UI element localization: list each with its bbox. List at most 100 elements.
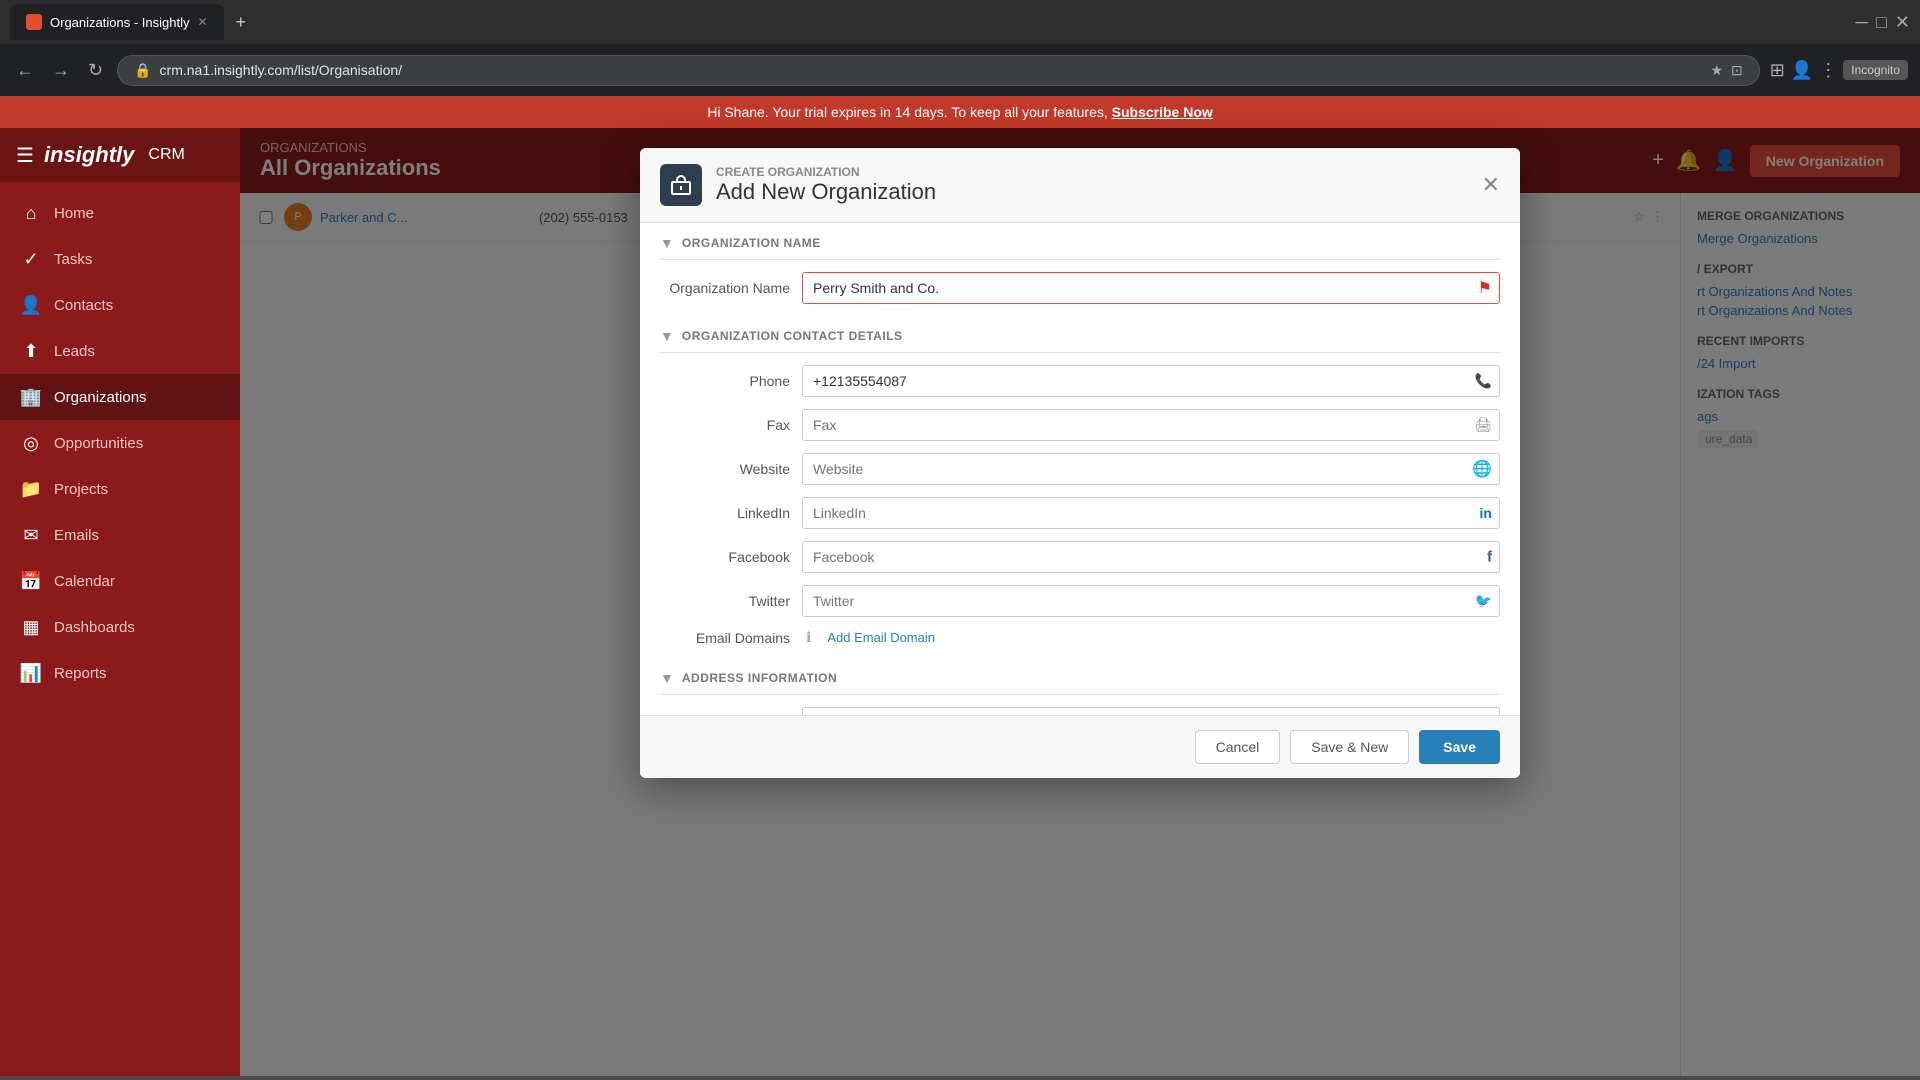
sidebar-organizations-label: Organizations <box>54 389 147 406</box>
sidebar-item-calendar[interactable]: 📅 Calendar <box>0 558 240 604</box>
dashboards-icon: ▦ <box>20 616 42 638</box>
org-name-row: Organization Name ⚑ <box>660 272 1500 304</box>
org-name-input[interactable] <box>802 272 1500 304</box>
forward-button[interactable]: → <box>48 56 74 85</box>
browser-chrome: Organizations - Insightly ✕ + ─ □ ✕ <box>0 0 1920 44</box>
opportunities-icon: ◎ <box>20 432 42 454</box>
website-icon: 🌐 <box>1472 459 1492 479</box>
address-bar-row: ← → ↻ 🔒 crm.na1.insightly.com/list/Organ… <box>0 44 1920 96</box>
sidebar-item-tasks[interactable]: ✓ Tasks <box>0 236 240 282</box>
sidebar-opportunities-label: Opportunities <box>54 435 143 452</box>
back-button[interactable]: ← <box>12 56 38 85</box>
close-window-button[interactable]: ✕ <box>1895 12 1910 33</box>
billing-input[interactable] <box>802 707 1500 715</box>
sidebar-leads-label: Leads <box>54 343 95 360</box>
modal-title: Add New Organization <box>716 179 1468 205</box>
calendar-icon: 📅 <box>20 570 42 592</box>
phone-row: Phone 📞 <box>660 365 1500 397</box>
sidebar-contacts-label: Contacts <box>54 297 113 314</box>
sidebar-item-leads[interactable]: ⬆ Leads <box>0 328 240 374</box>
save-and-new-button[interactable]: Save & New <box>1290 730 1409 764</box>
phone-input-wrap: 📞 <box>802 365 1500 397</box>
tab-favicon <box>26 14 42 30</box>
email-domains-info-icon[interactable]: ℹ <box>806 629 811 646</box>
linkedin-input[interactable] <box>802 497 1500 529</box>
reload-button[interactable]: ↻ <box>84 56 107 85</box>
org-name-chevron[interactable]: ▼ <box>660 235 674 251</box>
logo: insightly <box>44 142 134 168</box>
home-icon: ⌂ <box>20 202 42 224</box>
address-chevron[interactable]: ▼ <box>660 670 674 686</box>
incognito-badge: Incognito <box>1843 60 1908 80</box>
facebook-input[interactable] <box>802 541 1500 573</box>
cancel-button[interactable]: Cancel <box>1195 730 1281 764</box>
contact-details-section-title: ORGANIZATION CONTACT DETAILS <box>682 329 903 343</box>
contact-details-chevron[interactable]: ▼ <box>660 328 674 344</box>
fax-icon: 🖨 <box>1474 417 1492 434</box>
linkedin-row: LinkedIn in <box>660 497 1500 529</box>
sidebar-reports-label: Reports <box>54 665 107 682</box>
sidebar-item-reports[interactable]: 📊 Reports <box>0 650 240 696</box>
sidebar-item-home[interactable]: ⌂ Home <box>0 190 240 236</box>
linkedin-icon: in <box>1480 505 1492 521</box>
billing-address-row: Billing Address <box>660 707 1500 715</box>
phone-input[interactable] <box>802 365 1500 397</box>
reports-icon: 📊 <box>20 662 42 684</box>
fax-input[interactable] <box>802 409 1500 441</box>
profile-icon[interactable]: 👤 <box>1791 60 1813 81</box>
org-name-input-wrap: ⚑ <box>802 272 1500 304</box>
save-button[interactable]: Save <box>1419 730 1500 764</box>
contact-details-section-header: ▼ ORGANIZATION CONTACT DETAILS <box>660 316 1500 353</box>
subscribe-link[interactable]: Subscribe Now <box>1112 104 1213 120</box>
new-tab-button[interactable]: + <box>228 8 255 37</box>
phone-icon: 📞 <box>1475 373 1492 390</box>
org-name-section-title: ORGANIZATION NAME <box>682 236 821 250</box>
modal-header: CREATE ORGANIZATION Add New Organization… <box>640 148 1520 223</box>
crm-label: CRM <box>148 146 184 164</box>
tab-close-button[interactable]: ✕ <box>197 15 207 29</box>
linkedin-input-wrap: in <box>802 497 1500 529</box>
settings-icon[interactable]: ⋮ <box>1819 60 1837 81</box>
modal-footer: Cancel Save & New Save <box>640 715 1520 778</box>
modal-body: ▼ ORGANIZATION NAME Organization Name ⚑ … <box>640 223 1520 715</box>
tab-title: Organizations - Insightly <box>50 15 189 30</box>
linkedin-label: LinkedIn <box>660 505 790 521</box>
fax-input-wrap: 🖨 <box>802 409 1500 441</box>
browser-action-icons: ⊞ 👤 ⋮ Incognito <box>1770 60 1908 81</box>
website-input[interactable] <box>802 453 1500 485</box>
email-domains-label: Email Domains <box>660 630 790 646</box>
minimize-button[interactable]: ─ <box>1855 12 1868 33</box>
facebook-row: Facebook f <box>660 541 1500 573</box>
tasks-icon: ✓ <box>20 248 42 270</box>
add-email-domain-link[interactable]: Add Email Domain <box>827 630 935 645</box>
address-bar[interactable]: 🔒 crm.na1.insightly.com/list/Organisatio… <box>117 55 1760 86</box>
sidebar-item-contacts[interactable]: 👤 Contacts <box>0 282 240 328</box>
sidebar-tasks-label: Tasks <box>54 251 92 268</box>
maximize-button[interactable]: □ <box>1876 12 1887 33</box>
website-input-wrap: 🌐 <box>802 453 1500 485</box>
phone-label: Phone <box>660 373 790 389</box>
facebook-icon: f <box>1487 549 1492 566</box>
sidebar-item-emails[interactable]: ✉ Emails <box>0 512 240 558</box>
organizations-icon: 🏢 <box>20 386 42 408</box>
address-bar-icons: ★ ⊡ <box>1710 62 1742 79</box>
extensions-icon[interactable]: ⊞ <box>1770 60 1785 81</box>
modal-close-button[interactable]: ✕ <box>1482 172 1500 198</box>
address-section-title: ADDRESS INFORMATION <box>682 671 837 685</box>
sidebar-item-organizations[interactable]: 🏢 Organizations <box>0 374 240 420</box>
sidebar-emails-label: Emails <box>54 527 99 544</box>
hamburger-menu[interactable]: ☰ <box>16 143 34 168</box>
address-section-header: ▼ ADDRESS INFORMATION <box>660 658 1500 695</box>
required-icon: ⚑ <box>1478 278 1492 298</box>
twitter-row: Twitter 🐦 <box>660 585 1500 617</box>
modal-header-text: CREATE ORGANIZATION Add New Organization <box>716 165 1468 205</box>
sidebar-item-opportunities[interactable]: ◎ Opportunities <box>0 420 240 466</box>
main-area: ORGANIZATIONS All Organizations + 🔔 👤 Ne… <box>240 128 1920 1076</box>
active-tab[interactable]: Organizations - Insightly ✕ <box>10 4 224 40</box>
twitter-input[interactable] <box>802 585 1500 617</box>
sidebar-dashboards-label: Dashboards <box>54 619 135 636</box>
sidebar-item-dashboards[interactable]: ▦ Dashboards <box>0 604 240 650</box>
fax-label: Fax <box>660 417 790 433</box>
modal-overlay: CREATE ORGANIZATION Add New Organization… <box>240 128 1920 1076</box>
sidebar-item-projects[interactable]: 📁 Projects <box>0 466 240 512</box>
